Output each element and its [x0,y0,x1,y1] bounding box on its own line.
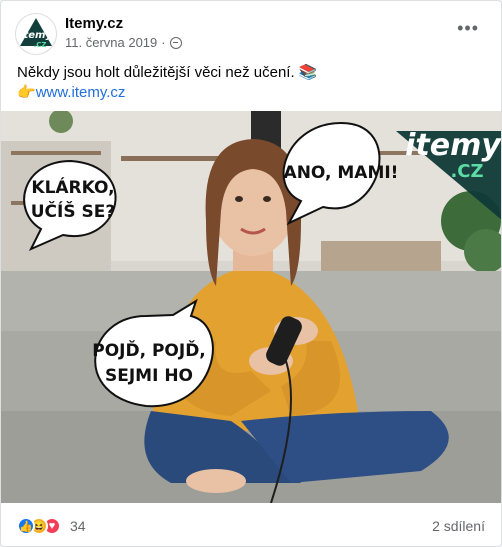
bubble-left-line2: UČÍŠ SE? [31,200,116,222]
reactions-summary[interactable]: 👍 😆 ♥ 34 [17,517,86,535]
bubble-bottom-line1: POJĎ, POJĎ, [92,339,206,361]
itemy-logo-sub: .CZ [450,161,483,182]
bubble-left-line1: KLÁRKO, [31,176,114,198]
post-link-line: 👉www.itemy.cz [17,83,485,103]
reaction-count: 34 [70,518,86,534]
post-date[interactable]: 11. června 2019 [65,35,157,50]
post-meta: 11. června 2019 · [65,35,182,50]
post-image[interactable]: itemy .CZ KLÁRKO, UČÍŠ SE? ANO, MAMI! PO… [1,111,502,503]
page-avatar[interactable]: itemy .CZ [15,13,57,55]
more-options-button[interactable]: ••• [457,19,479,37]
post-card: itemy .CZ Itemy.cz 11. června 2019 · •••… [0,0,502,547]
post-text-line: Někdy jsou holt důležitější věci než uče… [17,64,318,81]
globe-icon [169,36,182,49]
bubble-bottom-line2: SEJMI HO [105,366,193,386]
page-name-link[interactable]: Itemy.cz [65,15,123,32]
shares-count[interactable]: 2 sdílení [432,518,485,534]
avatar-logo-text: itemy [20,30,52,41]
website-link[interactable]: www.itemy.cz [36,84,126,101]
post-header: itemy .CZ Itemy.cz 11. června 2019 · ••• [15,11,487,55]
avatar-logo-sub: .CZ [34,41,47,49]
post-text: Někdy jsou holt důležitější věci než uče… [17,63,485,103]
bubble-right-text: ANO, MAMI! [284,163,399,183]
meta-separator: · [161,35,166,50]
pointing-hand-emoji: 👉 [17,84,36,101]
itemy-logo-text: itemy [405,128,502,163]
post-footer: 👍 😆 ♥ 34 2 sdílení [17,515,485,537]
like-reaction-icon: 👍 [17,517,35,535]
